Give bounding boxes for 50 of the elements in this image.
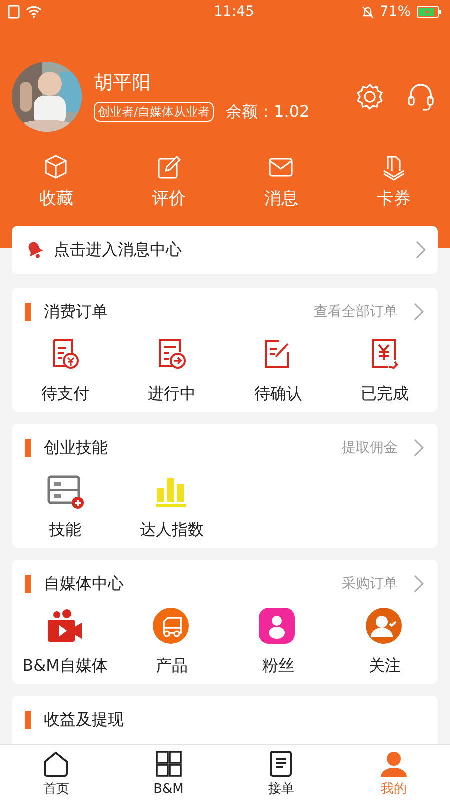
bell-off-icon — [362, 6, 374, 18]
grid-icon — [154, 750, 183, 778]
section-marker — [25, 439, 31, 457]
tab-label: 我的 — [380, 781, 407, 799]
chevron-right-icon — [414, 303, 424, 321]
message-center-bar[interactable]: 点击进入消息中心 — [12, 226, 438, 274]
home-icon — [42, 750, 70, 778]
balance-text: 余额：1.02 — [226, 101, 310, 123]
menu-item[interactable]: 产品 — [156, 654, 188, 678]
message-center-text: 点击进入消息中心 — [54, 239, 182, 261]
menu-item[interactable]: B&M自媒体 — [22, 654, 108, 678]
chevron-right-icon — [416, 241, 426, 259]
tab[interactable]: 接单 — [225, 745, 338, 800]
role-tag: 创业者/自媒体从业者 — [94, 102, 214, 122]
section-title: 创业技能 — [44, 437, 108, 459]
menu-item[interactable]: 关注 — [368, 654, 401, 678]
settings-icon[interactable] — [356, 83, 384, 111]
chevron-right-icon — [414, 575, 424, 593]
menu-item[interactable]: 达人指数 — [140, 518, 204, 542]
menu-item[interactable]: 技能 — [49, 518, 82, 542]
section-title: 消费订单 — [44, 301, 108, 323]
truck-icon[interactable] — [152, 608, 191, 646]
headset-icon[interactable] — [406, 82, 436, 112]
battery-percent: 71% — [380, 2, 411, 22]
battery-icon — [417, 6, 442, 18]
user-check-icon[interactable] — [366, 608, 404, 646]
tab[interactable]: 首页 — [0, 745, 112, 800]
section-marker — [25, 711, 31, 729]
menu-item[interactable]: 已完成 — [360, 382, 409, 406]
section-title: 自媒体中心 — [44, 573, 124, 595]
tab-label: 首页 — [43, 781, 70, 799]
section-marker — [25, 575, 31, 593]
menu-item[interactable]: 粉丝 — [262, 654, 294, 678]
person-icon[interactable] — [259, 608, 298, 646]
cube-icon[interactable] — [43, 154, 70, 181]
sim-icon — [8, 5, 20, 19]
person-icon — [380, 750, 408, 778]
chevron-right-icon — [414, 439, 424, 457]
status-time: 11:45 — [214, 2, 254, 22]
wifi-icon — [26, 6, 42, 18]
tab-label: 接单 — [268, 781, 294, 799]
tab-label: B&M — [154, 781, 184, 799]
edit-icon[interactable] — [156, 154, 182, 181]
menu-item[interactable]: 待确认 — [254, 382, 302, 406]
section-marker — [25, 303, 31, 321]
tab[interactable]: B&M — [112, 745, 225, 800]
section-title: 收益及提现 — [44, 709, 124, 731]
user-name: 胡平阳 — [94, 71, 152, 96]
menu-item[interactable]: 待支付 — [41, 382, 90, 406]
menu-item[interactable]: 进行中 — [148, 382, 196, 406]
